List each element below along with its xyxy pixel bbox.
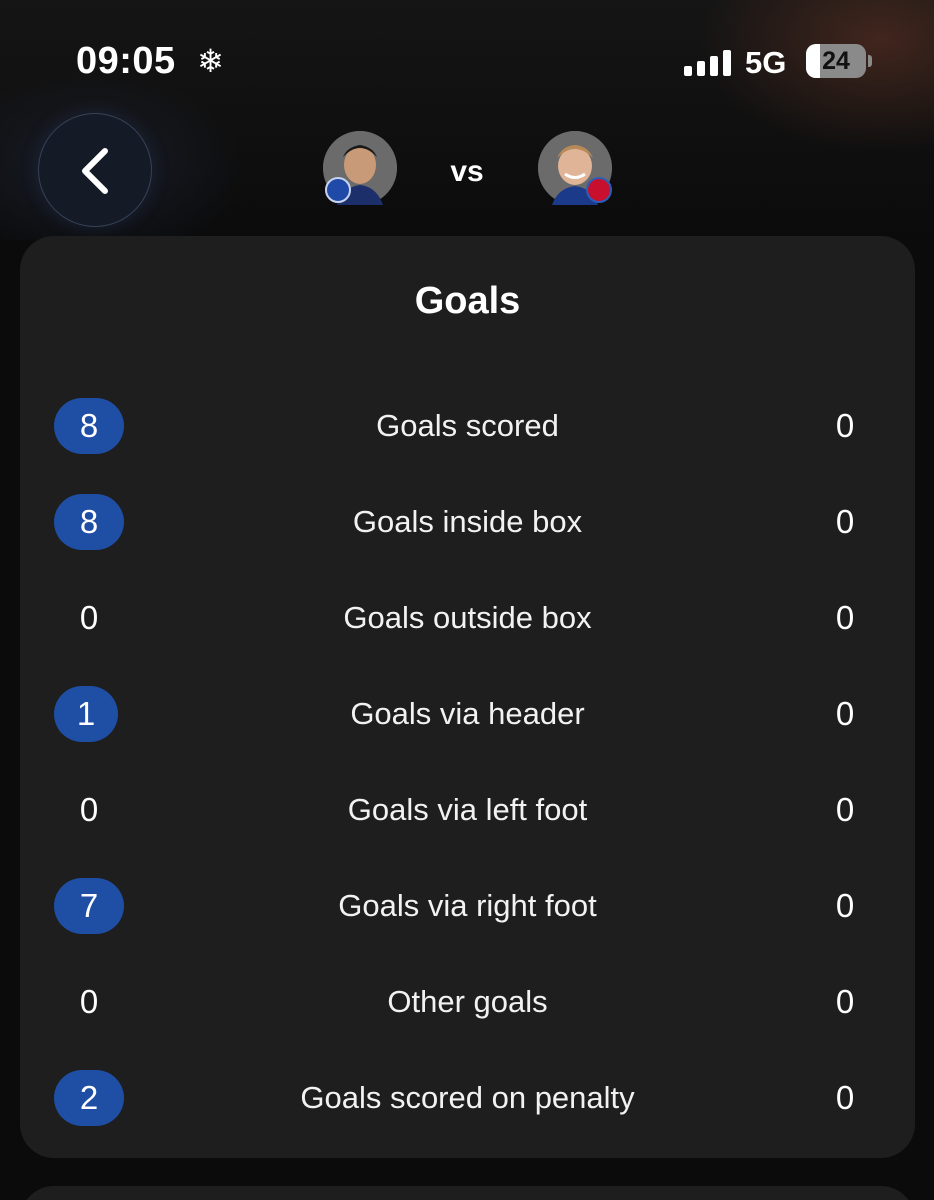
club-badge-left xyxy=(325,177,351,203)
stat-label: Other goals xyxy=(387,984,548,1019)
status-time: 09:05 xyxy=(76,40,176,82)
stat-label: Goals via left foot xyxy=(347,792,588,827)
player-avatar-left[interactable] xyxy=(323,131,397,205)
next-stats-card xyxy=(20,1186,915,1200)
stat-label: Goals scored on penalty xyxy=(300,1080,635,1115)
right-player-value: 0 xyxy=(835,1079,855,1116)
stat-label: Goals scored xyxy=(376,408,559,443)
left-player-value: 0 xyxy=(79,599,99,636)
right-player-value: 0 xyxy=(835,983,855,1020)
left-player-value: 8 xyxy=(54,398,124,454)
battery-cap xyxy=(868,55,872,67)
left-player-value: 1 xyxy=(54,686,118,742)
stat-row: 8 Goals scored 0 xyxy=(20,396,915,456)
snowflake-icon: ❄ xyxy=(197,43,224,79)
stat-label: Goals via header xyxy=(350,696,585,731)
goals-stats-card: Goals 8 Goals scored 0 8 Goals inside box 0 0 G… xyxy=(20,236,915,1158)
right-player-value: 0 xyxy=(835,407,855,444)
right-player-value: 0 xyxy=(835,695,855,732)
stat-row: 2 Goals scored on penalty 0 xyxy=(20,1068,915,1128)
stat-row: 7 Goals via right foot 0 xyxy=(20,876,915,936)
back-button[interactable] xyxy=(38,113,152,227)
stat-row: 0 Goals outside box 0 xyxy=(20,588,915,648)
card-title: Goals xyxy=(414,280,521,322)
stat-row: 0 Goals via left foot 0 xyxy=(20,780,915,840)
left-player-value: 7 xyxy=(54,878,124,934)
left-player-value: 2 xyxy=(54,1070,124,1126)
stat-label: Goals inside box xyxy=(352,504,583,539)
battery-icon: 24 xyxy=(806,44,866,78)
right-player-value: 0 xyxy=(835,791,855,828)
stat-row: 8 Goals inside box 0 xyxy=(20,492,915,552)
status-bar: 09:05 ❄ 5G 24 xyxy=(0,0,934,120)
right-player-value: 0 xyxy=(835,503,855,540)
stat-row: 1 Goals via header 0 xyxy=(20,684,915,744)
right-player-value: 0 xyxy=(835,599,855,636)
vs-label: vs xyxy=(450,155,484,188)
player-avatar-right[interactable] xyxy=(538,131,612,205)
cellular-signal-icon xyxy=(684,50,732,76)
battery-level: 24 xyxy=(822,47,850,75)
left-player-value: 8 xyxy=(54,494,124,550)
stat-row: 0 Other goals 0 xyxy=(20,972,915,1032)
club-badge-right xyxy=(586,177,612,203)
chevron-left-icon xyxy=(82,148,108,194)
stat-label: Goals via right foot xyxy=(338,888,597,923)
left-player-value: 0 xyxy=(79,983,99,1020)
stat-label: Goals outside box xyxy=(343,600,592,635)
right-player-value: 0 xyxy=(835,887,855,924)
network-type: 5G xyxy=(745,45,787,80)
left-player-value: 0 xyxy=(79,791,99,828)
